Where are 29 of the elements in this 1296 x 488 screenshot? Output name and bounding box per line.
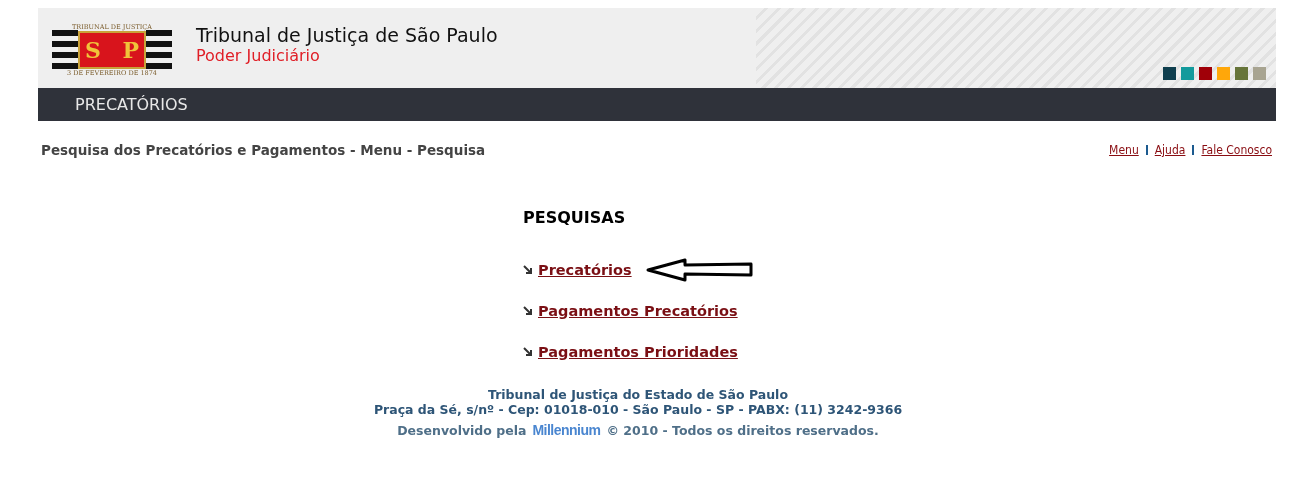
site-title: Tribunal de Justiça de São Paulo [196,23,498,46]
section-title: PESQUISAS [523,208,627,227]
site-subtitle: Poder Judiciário [196,45,320,65]
footer-text: Desenvolvido pela [397,422,527,438]
emblem-letter: P [122,37,139,63]
header-link[interactable]: Menu [1109,143,1139,157]
footer-text: Praça da Sé, s/nº - Cep: 01018-010 - São Paulo - SP - PABX: (11) 3242-9366 [373,402,903,417]
emblem-letter: S [85,37,101,63]
arrow-bullet-icon [523,264,533,275]
brand-logo: Millennium [532,422,601,438]
breadcrumb: Pesquisa dos Precatórios e Pagamentos - Menu - Pesquisa [41,142,486,158]
theme-swatch[interactable] [1181,67,1194,80]
nav-title: PRECATÓRIOS [75,95,188,114]
header-link[interactable]: Fale Conosco [1201,143,1272,157]
stripes-icon [146,30,172,70]
theme-swatch[interactable] [1217,67,1230,80]
search-link[interactable]: Precatórios [538,261,632,278]
arrow-bullet-icon [523,346,533,357]
stripes-icon [52,30,78,70]
theme-swatch[interactable] [1235,67,1248,80]
footer-text: Tribunal de Justiça do Estado de São Paulo [488,387,788,402]
theme-swatch[interactable] [1253,67,1266,80]
theme-swatch[interactable] [1199,67,1212,80]
theme-swatch[interactable] [1163,67,1176,80]
footer-text: © 2010 - Todos os direitos reservados. [606,422,879,438]
arrow-bullet-icon [523,305,533,316]
search-link[interactable]: Pagamentos Prioridades [538,343,738,360]
search-link[interactable]: Pagamentos Precatórios [538,302,738,319]
header-link[interactable]: Ajuda [1154,143,1186,157]
